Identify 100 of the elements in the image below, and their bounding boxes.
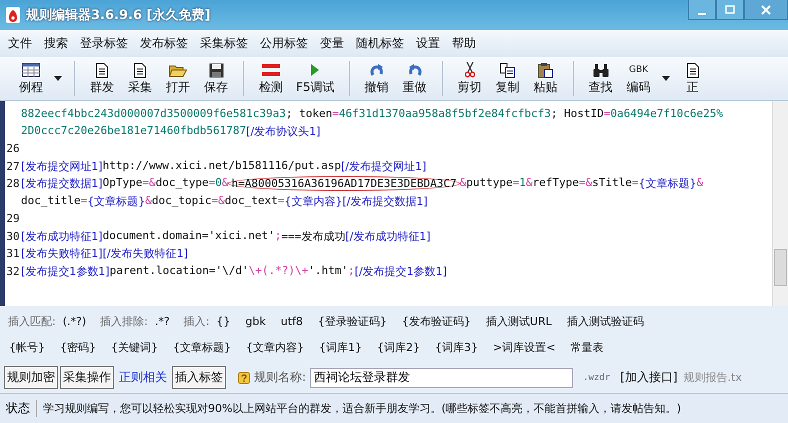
toolbar-button[interactable]: 检测 bbox=[252, 61, 290, 96]
menu-item[interactable]: 登录标签 bbox=[74, 35, 134, 52]
toolbar-button[interactable]: 保存 bbox=[197, 61, 235, 96]
code-text: = bbox=[332, 107, 339, 120]
insert-button[interactable]: {} bbox=[213, 312, 234, 330]
insert-button[interactable]: 插入测试URL bbox=[482, 312, 555, 330]
code-text: & bbox=[696, 176, 704, 192]
line-number: 29 bbox=[6, 212, 20, 226]
code-text: & bbox=[460, 176, 466, 192]
code-text: [/发布成功特征1] bbox=[345, 228, 431, 244]
code-text: 46f31d1370aa958a8f5bf2e84fcfbcf3 bbox=[338, 107, 551, 120]
menu-item[interactable]: 帮助 bbox=[446, 35, 482, 52]
toolbar-button[interactable]: 剪切 bbox=[450, 61, 489, 96]
toolbar-button[interactable]: 复制 bbox=[488, 61, 527, 96]
code-text: = bbox=[512, 176, 520, 192]
code-text: sTitle bbox=[592, 176, 632, 192]
code-text: = bbox=[604, 107, 610, 120]
menu-item[interactable]: 公用标签 bbox=[254, 35, 314, 52]
menu-item[interactable]: 发布标签 bbox=[134, 35, 194, 52]
file-extension: .wzdr bbox=[583, 372, 610, 382]
status-message: 学习规则编写，您可以轻松实现对90%以上网站平台的群发，适合新手朋友学习。(哪些标签不高亮，不能首拼输入，请发帖告知。) bbox=[42, 401, 682, 416]
code-text: =& bbox=[142, 176, 156, 192]
code-text: & bbox=[526, 176, 532, 192]
line-number: 26 bbox=[6, 142, 20, 156]
menu-item[interactable]: 设置 bbox=[410, 35, 446, 52]
code-text: OpType bbox=[102, 176, 142, 192]
code-text: & bbox=[222, 176, 228, 192]
insert-button[interactable]: {密码} bbox=[57, 338, 99, 356]
toolbar-button[interactable]: GBK 编码 bbox=[620, 61, 658, 96]
copy-icon bbox=[500, 62, 516, 78]
insert-button[interactable]: {词库2} bbox=[374, 338, 423, 356]
vertical-scrollbar[interactable] bbox=[772, 101, 788, 306]
minimize-button[interactable] bbox=[688, 0, 716, 20]
insert-button[interactable]: 插入测试验证码 bbox=[564, 312, 647, 330]
scrollbar-thumb[interactable] bbox=[774, 249, 787, 286]
insert-button[interactable]: .*? bbox=[152, 312, 173, 330]
menu-item[interactable]: 变量 bbox=[314, 35, 350, 52]
add-interface-button[interactable]: [加入接口] bbox=[616, 369, 682, 386]
close-button[interactable] bbox=[744, 0, 788, 20]
insert-button[interactable]: (.*?) bbox=[60, 312, 90, 330]
code-text: puttype bbox=[466, 176, 513, 192]
document-icon bbox=[134, 62, 146, 78]
code-text: [发布失败特征1] bbox=[21, 246, 103, 262]
insert-button[interactable]: {登录验证码} bbox=[314, 312, 390, 330]
toolbar-button[interactable]: 查找 bbox=[582, 61, 620, 96]
app-icon bbox=[6, 7, 20, 23]
info-icon bbox=[238, 372, 250, 384]
code-text: {文章内容} bbox=[284, 194, 342, 209]
code-editor[interactable] bbox=[0, 101, 788, 306]
toolbar-button[interactable]: 例程 bbox=[12, 61, 50, 96]
tab[interactable]: 插入标签 bbox=[172, 366, 226, 389]
tab[interactable]: 规则加密 bbox=[4, 366, 58, 389]
insert-button[interactable]: {关键词} bbox=[108, 338, 161, 356]
insert-button[interactable]: utf8 bbox=[278, 312, 306, 330]
menu-item[interactable]: 搜索 bbox=[38, 35, 74, 52]
menu-item[interactable]: 文件 bbox=[2, 35, 38, 52]
toolbar-button[interactable]: 撤销 bbox=[358, 61, 396, 96]
code-text: '.htm' bbox=[308, 264, 348, 279]
code-text: =& bbox=[211, 194, 225, 209]
insert-button[interactable]: {发布验证码} bbox=[398, 312, 474, 330]
toolbar-button[interactable]: F5调试 bbox=[290, 61, 341, 96]
insert-button[interactable]: {帐号} bbox=[6, 338, 48, 356]
insert-button[interactable]: {文章内容} bbox=[243, 338, 307, 356]
code-text: doc_type bbox=[156, 176, 209, 192]
rule-name-field[interactable]: 西祠论坛登录群发 bbox=[310, 368, 574, 388]
code-text: {文章标题} bbox=[638, 176, 696, 192]
toolbar-button[interactable]: 群发 bbox=[83, 61, 121, 96]
toolbar-button[interactable]: 打开 bbox=[159, 61, 197, 96]
insert-button[interactable]: {词库1} bbox=[316, 338, 365, 356]
menu-item[interactable]: 采集标签 bbox=[194, 35, 254, 52]
code-text: ; HostID bbox=[550, 107, 604, 120]
insert-label: 插入匹配: bbox=[7, 314, 57, 328]
toolbar-button[interactable]: 采集 bbox=[121, 61, 159, 96]
insert-button[interactable]: gbk bbox=[242, 312, 269, 330]
status-label: 状态 bbox=[0, 400, 37, 417]
code-text: doc_title bbox=[21, 194, 81, 209]
tab[interactable]: 采集操作 bbox=[60, 366, 114, 389]
code-text: [发布成功特征1] bbox=[21, 228, 103, 244]
code-text: [发布提交数据1] bbox=[21, 176, 103, 192]
maximize-button[interactable] bbox=[716, 0, 744, 20]
line-number: 28 bbox=[6, 177, 20, 190]
toolbar-button[interactable]: 正 bbox=[674, 61, 712, 96]
toolbar-button[interactable]: 粘贴 bbox=[526, 61, 565, 96]
toolbar-button[interactable]: 重做 bbox=[396, 61, 434, 96]
insert-button[interactable]: >词库设置< bbox=[490, 338, 558, 356]
code-text: parent.location='\/d' bbox=[110, 264, 249, 279]
clipboard-icon bbox=[538, 62, 554, 78]
code-text: 1 bbox=[519, 176, 526, 192]
cut-icon bbox=[464, 62, 475, 78]
curved-arrow-icon bbox=[370, 64, 384, 76]
document-icon bbox=[96, 62, 108, 78]
code-text: doc_topic bbox=[152, 194, 212, 209]
table-icon bbox=[22, 63, 40, 77]
insert-button[interactable]: 常量表 bbox=[567, 338, 606, 356]
encoding-label: GBK bbox=[629, 65, 648, 75]
minimize-icon bbox=[698, 12, 706, 14]
insert-button[interactable]: {文章标题} bbox=[170, 338, 234, 356]
menu-item[interactable]: 随机标签 bbox=[350, 35, 410, 52]
insert-button[interactable]: {词库3} bbox=[432, 338, 481, 356]
code-text: refType bbox=[532, 176, 579, 192]
